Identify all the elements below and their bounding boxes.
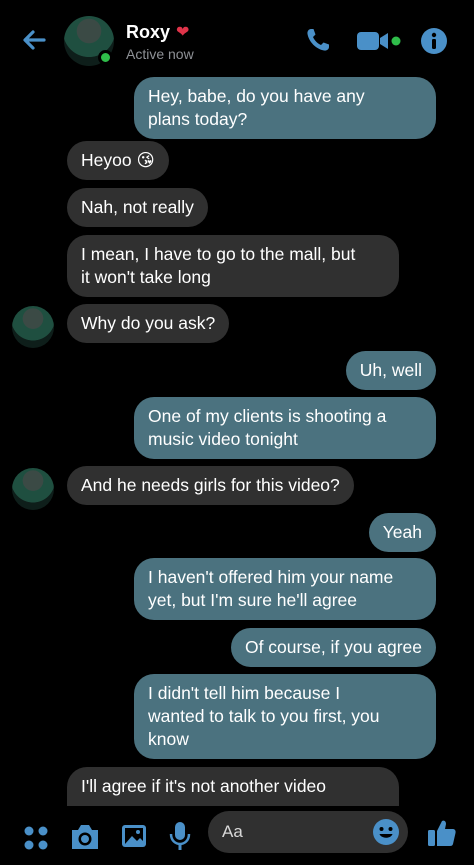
heart-emoji-icon: ❤ [176, 23, 190, 41]
incoming-message[interactable]: And he needs girls for this video? [67, 466, 354, 505]
incoming-message[interactable]: I mean, I have to go to the mall, but it… [67, 235, 399, 297]
contact-name-row[interactable]: Roxy ❤ [126, 22, 189, 43]
active-status: Active now [126, 46, 194, 62]
contact-name: Roxy [126, 22, 171, 42]
phone-icon[interactable] [304, 26, 332, 54]
incoming-message[interactable]: Why do you ask? [67, 304, 230, 343]
microphone-icon[interactable] [168, 820, 192, 852]
gallery-icon[interactable] [120, 822, 148, 850]
outgoing-message[interactable]: Uh, well [345, 351, 436, 390]
apps-icon[interactable] [22, 824, 50, 852]
incoming-message[interactable]: Heyoo 😘 [67, 141, 169, 180]
conversation-header: Roxy ❤ Active now [0, 0, 474, 80]
online-status-dot [98, 50, 113, 65]
outgoing-message[interactable]: Of course, if you agree [230, 628, 436, 667]
back-arrow-icon[interactable] [18, 24, 50, 56]
outgoing-message[interactable]: I didn't tell him because I wanted to ta… [134, 674, 436, 759]
video-camera-icon[interactable] [356, 30, 404, 52]
contact-avatar-small[interactable] [12, 306, 54, 348]
info-icon[interactable] [420, 27, 448, 55]
outgoing-message[interactable]: Hey, babe, do you have any plans today? [134, 77, 436, 139]
thumbs-up-icon[interactable] [426, 817, 458, 849]
message-input[interactable]: Aa [208, 811, 408, 853]
message-input-placeholder: Aa [222, 822, 243, 841]
incoming-message[interactable]: Nah, not really [67, 188, 208, 227]
camera-icon[interactable] [69, 822, 101, 852]
contact-avatar-small[interactable] [12, 468, 54, 510]
outgoing-message[interactable]: Yeah [368, 513, 436, 552]
outgoing-message[interactable]: I haven't offered him your name yet, but… [134, 558, 436, 620]
outgoing-message[interactable]: One of my clients is shooting a music vi… [134, 397, 436, 459]
emoji-icon[interactable] [372, 818, 400, 846]
